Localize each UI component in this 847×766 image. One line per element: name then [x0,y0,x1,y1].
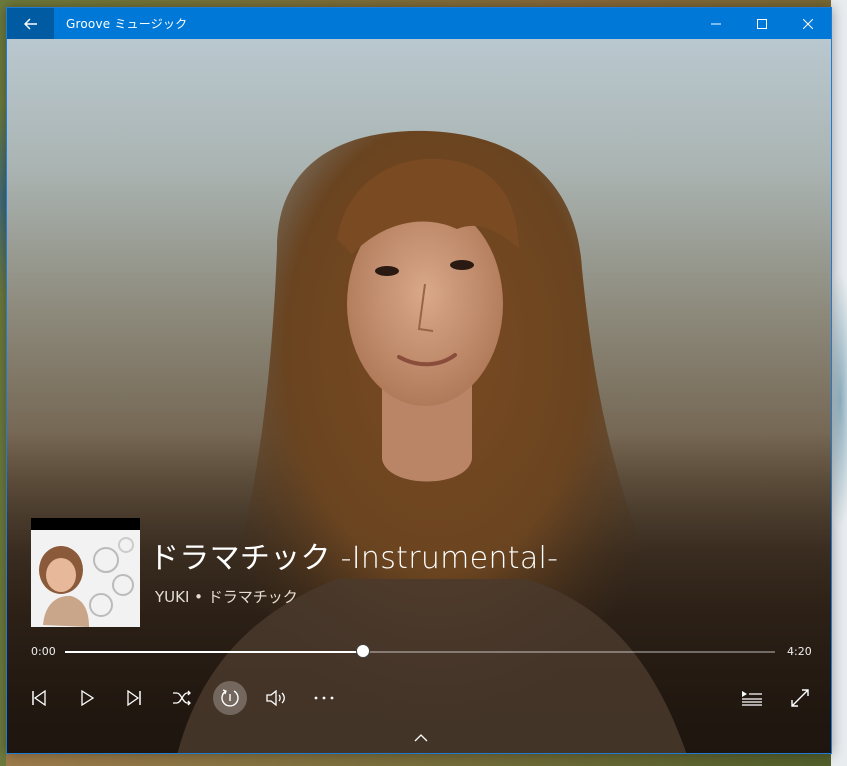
fullscreen-button[interactable] [783,681,817,715]
album-art-band [31,518,140,530]
back-button[interactable] [7,8,54,39]
track-title: ドラマチック -Instrumental- [149,541,559,576]
now-playing-list-icon [742,691,762,706]
minimize-button[interactable] [693,8,739,39]
play-icon [81,690,95,706]
now-playing-view: ドラマチック -Instrumental- YUKI • ドラマチック 0:00… [7,39,831,753]
close-icon [803,18,813,29]
next-button[interactable] [117,681,151,715]
play-button[interactable] [70,681,104,715]
repeat-one-button[interactable] [213,681,247,715]
more-options-button[interactable] [307,681,341,715]
back-arrow-icon [23,18,37,29]
fullscreen-icon [791,689,809,707]
elapsed-time: 0:00 [31,645,56,658]
seek-bar[interactable] [65,644,775,658]
volume-icon [266,690,285,706]
close-button[interactable] [785,8,831,39]
artist-photo [177,130,687,753]
artist-album-link[interactable]: YUKI • ドラマチック [155,586,298,607]
shuffle-button[interactable] [165,681,199,715]
title-bar: Groove ミュージック [7,8,831,39]
expand-panel-button[interactable] [409,729,433,747]
album-art[interactable] [31,518,140,627]
window-controls [693,8,831,39]
more-icon [314,696,334,700]
maximize-button[interactable] [739,8,785,39]
total-duration: 4:20 [787,645,812,658]
maximize-icon [757,18,767,29]
previous-button[interactable] [22,681,56,715]
seek-bar-progress [65,651,364,653]
previous-track-icon [32,690,46,706]
minimize-icon [711,23,721,24]
groove-music-window: Groove ミュージック ドラマチック -Instrumental- YUKI… [6,7,832,754]
chevron-up-icon [414,734,428,742]
shuffle-icon [173,690,191,706]
now-playing-list-button[interactable] [735,681,769,715]
repeat-one-icon [221,689,239,707]
next-track-icon [127,690,141,706]
album-cover-illustration [31,530,140,627]
app-title: Groove ミュージック [66,17,188,31]
volume-button[interactable] [260,681,294,715]
